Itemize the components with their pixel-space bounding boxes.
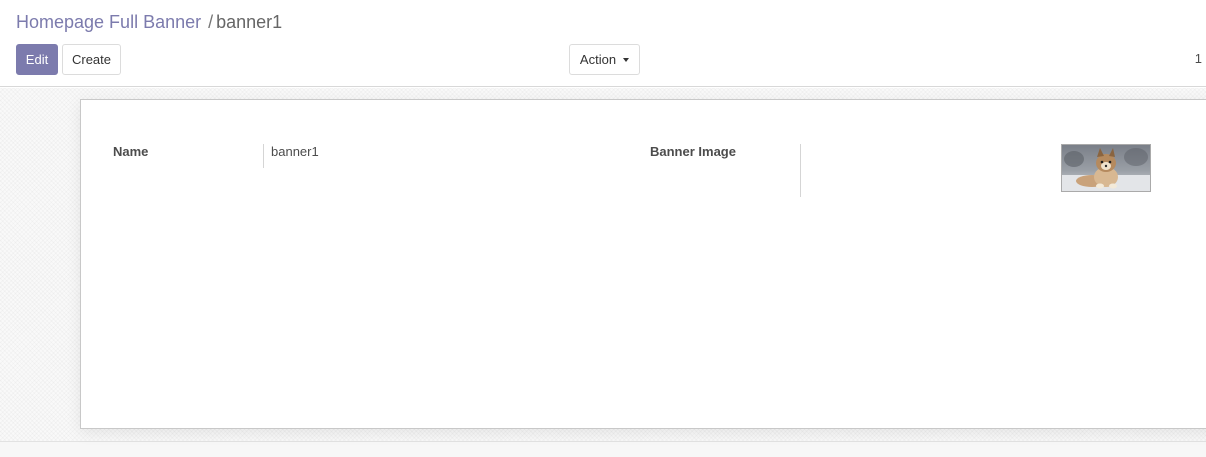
breadcrumb-separator: / bbox=[208, 12, 214, 32]
puppy-photo-image bbox=[1062, 145, 1150, 191]
banner-image-label: Banner Image bbox=[650, 144, 736, 159]
caret-down-icon bbox=[623, 57, 630, 62]
form-sheet: Name banner1 Banner Image bbox=[80, 99, 1206, 429]
create-button[interactable]: Create bbox=[62, 44, 121, 75]
breadcrumb: Homepage Full Banner / banner1 bbox=[16, 11, 282, 33]
banner-image-thumbnail[interactable] bbox=[1061, 144, 1151, 192]
form-view-footer bbox=[0, 441, 1206, 457]
action-dropdown-button[interactable]: Action bbox=[569, 44, 640, 75]
action-button-label: Action bbox=[579, 52, 617, 67]
edit-button[interactable]: Edit bbox=[16, 44, 58, 75]
name-label: Name bbox=[113, 144, 149, 159]
name-field-divider bbox=[263, 144, 264, 168]
banner-image-field-divider bbox=[800, 144, 801, 197]
pager-value[interactable]: 1 bbox=[1195, 51, 1202, 66]
breadcrumb-current: banner1 bbox=[216, 12, 283, 32]
name-value: banner1 bbox=[271, 144, 319, 159]
control-panel: Homepage Full Banner / banner1 Edit Create… bbox=[0, 0, 1206, 87]
breadcrumb-parent-link[interactable]: Homepage Full Banner bbox=[16, 12, 201, 32]
